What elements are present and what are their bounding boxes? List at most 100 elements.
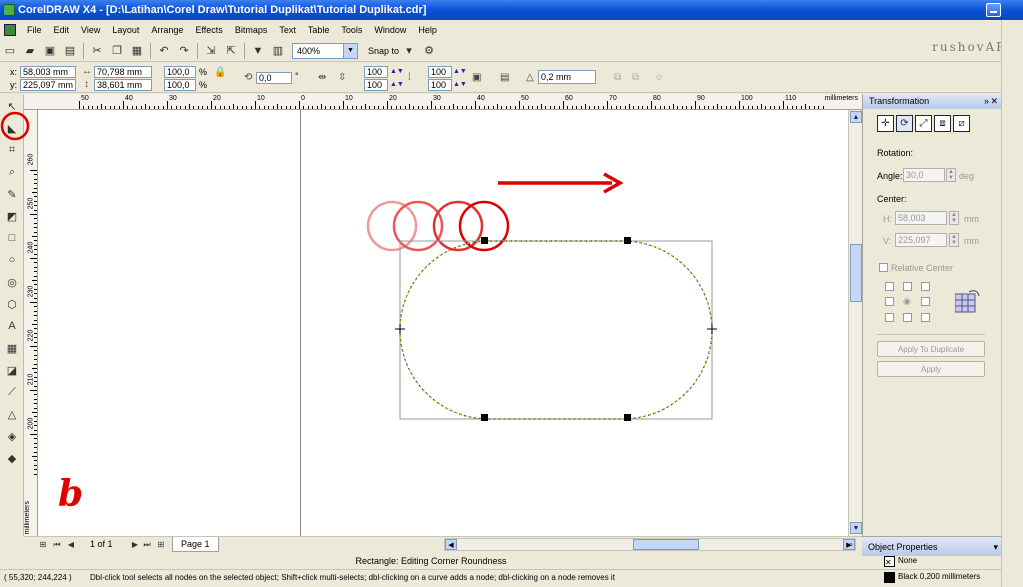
object-properties-docker-title[interactable]: Object Properties ▾	[862, 536, 1001, 556]
y-position-field[interactable]: 225,097 mm	[20, 79, 76, 91]
menu-table[interactable]: Table	[302, 25, 336, 35]
next-page-icon[interactable]: ▶	[130, 539, 140, 550]
outline-tool-icon[interactable]: △	[4, 406, 20, 422]
outline-indicator[interactable]: Black 0,200 millimeters	[884, 571, 980, 583]
menu-window[interactable]: Window	[368, 25, 412, 35]
duplicate-circle-1[interactable]	[366, 200, 418, 252]
first-page-icon[interactable]: ⏮	[52, 539, 62, 550]
to-back-icon[interactable]: ⧉	[632, 72, 639, 84]
text-tool-icon[interactable]: A	[4, 318, 20, 334]
menu-edit[interactable]: Edit	[48, 25, 76, 35]
scale-mode-icon[interactable]: ⤢	[915, 115, 932, 132]
convert-to-curves-icon[interactable]: ◌	[656, 72, 662, 84]
corner-node-handle[interactable]	[481, 237, 488, 244]
rotation-angle-field[interactable]: 0,0	[256, 72, 292, 84]
spin-icon[interactable]: ▲▼	[390, 66, 404, 78]
copy-icon[interactable]: ❐	[108, 42, 126, 60]
zoom-tool-icon[interactable]: ⌕	[4, 164, 20, 180]
corner-link-icon[interactable]: ⁞	[408, 72, 411, 84]
relative-center-checkbox[interactable]	[879, 263, 888, 272]
welcome-screen-icon[interactable]: ▥	[269, 42, 287, 60]
corner-node-handle[interactable]	[481, 414, 488, 421]
apply-to-duplicate-button[interactable]: Apply To Duplicate	[877, 341, 985, 357]
menu-view[interactable]: View	[75, 25, 106, 35]
position-mode-icon[interactable]: ✛	[877, 115, 894, 132]
anchor-top-right-checkbox[interactable]	[921, 282, 930, 291]
spin-icon[interactable]: ▲▼	[390, 79, 404, 91]
open-folder-icon[interactable]: ▰	[21, 42, 39, 60]
anchor-center-radio[interactable]: ◉	[903, 296, 911, 307]
lock-ratio-icon[interactable]: 🔒	[214, 67, 226, 79]
zoom-level-select[interactable]: 400% ▼	[292, 42, 358, 59]
undo-icon[interactable]: ↶	[155, 42, 173, 60]
anchor-top-left-checkbox[interactable]	[885, 282, 894, 291]
anchor-middle-right-checkbox[interactable]	[921, 297, 930, 306]
size-mode-icon[interactable]: ⧈	[934, 115, 951, 132]
horizontal-ruler[interactable]: millimeters 50 40 30 20 10 0 10 20 30 40 50 60 70 80 9…	[24, 94, 862, 110]
table-tool-icon[interactable]: ▦	[4, 340, 20, 356]
round-corners-lock-icon[interactable]: ▣	[472, 72, 481, 84]
center-h-field[interactable]: 58,003	[895, 211, 947, 225]
wrap-text-icon[interactable]: ▤	[500, 72, 509, 84]
menu-file[interactable]: File	[21, 25, 48, 35]
mirror-vertical-icon[interactable]: ⇳	[338, 72, 346, 84]
chevron-down-icon[interactable]: ▾	[993, 537, 998, 557]
x-position-field[interactable]: 58,003 mm	[20, 66, 76, 78]
spin-icon[interactable]: ▲▼	[453, 66, 467, 78]
export-icon[interactable]: ⇱	[222, 42, 240, 60]
minimize-button[interactable]	[986, 3, 1001, 17]
document-icon[interactable]	[4, 24, 16, 36]
anchor-bottom-right-checkbox[interactable]	[921, 313, 930, 322]
zoom-navigator-icon[interactable]: ⌕	[846, 539, 856, 550]
new-document-icon[interactable]: ▭	[1, 42, 19, 60]
menu-bitmaps[interactable]: Bitmaps	[229, 25, 274, 35]
center-v-spinner[interactable]: ▲ ▼	[949, 233, 959, 247]
menu-effects[interactable]: Effects	[189, 25, 228, 35]
fill-indicator[interactable]: ✕ None	[884, 555, 917, 567]
rounded-rectangle-shape[interactable]	[399, 240, 713, 420]
fill-tool-icon[interactable]: ◈	[4, 428, 20, 444]
skew-mode-icon[interactable]: ⧄	[953, 115, 970, 132]
rotate-mode-icon[interactable]: ⟳	[896, 115, 913, 132]
anchor-bottom-left-checkbox[interactable]	[885, 313, 894, 322]
chevron-down-icon[interactable]: ▼	[343, 43, 357, 58]
outline-width-select[interactable]: 0,2 mm	[538, 70, 596, 84]
corner-bottom-right-field[interactable]: 100	[428, 79, 452, 91]
drawing-canvas[interactable]: b	[38, 110, 848, 536]
docker-collapse-icon[interactable]: »	[984, 94, 989, 109]
polygon-tool-icon[interactable]: ◎	[4, 274, 20, 290]
corner-node-handle[interactable]	[624, 237, 631, 244]
save-icon[interactable]: ▣	[41, 42, 59, 60]
center-v-field[interactable]: 225,097	[895, 233, 947, 247]
application-launcher-icon[interactable]: ▼	[249, 42, 267, 60]
vertical-ruler[interactable]: millimeters 260 250 240 230 220 210 200	[24, 110, 38, 536]
interactive-fill-tool-icon[interactable]: ◆	[4, 450, 20, 466]
import-icon[interactable]: ⇲	[202, 42, 220, 60]
anchor-bottom-center-checkbox[interactable]	[903, 313, 912, 322]
crop-tool-icon[interactable]: ⌗	[4, 142, 20, 158]
add-page-after-icon[interactable]: ⊞	[156, 539, 166, 550]
center-h-spinner[interactable]: ▲ ▼	[949, 211, 959, 225]
anchor-middle-left-checkbox[interactable]	[885, 297, 894, 306]
to-front-icon[interactable]: ⧉	[614, 72, 621, 84]
freehand-tool-icon[interactable]: ✎	[4, 186, 20, 202]
corner-top-left-field[interactable]: 100	[364, 66, 388, 78]
horizontal-scrollbar[interactable]: ◀ ▶	[444, 538, 856, 551]
menu-layout[interactable]: Layout	[106, 25, 145, 35]
spin-icon[interactable]: ▲▼	[453, 79, 467, 91]
width-field[interactable]: 70,798 mm	[94, 66, 152, 78]
options-icon[interactable]: ⚙	[420, 42, 438, 60]
corner-top-right-field[interactable]: 100	[428, 66, 452, 78]
scroll-thumb[interactable]	[850, 244, 862, 302]
shape-tool-icon[interactable]: ◣	[4, 120, 20, 136]
redo-icon[interactable]: ↷	[175, 42, 193, 60]
anchor-top-center-checkbox[interactable]	[903, 282, 912, 291]
add-page-icon[interactable]: ⊞	[38, 539, 48, 550]
scroll-up-icon[interactable]: ▲	[850, 111, 862, 123]
apply-button[interactable]: Apply	[877, 361, 985, 377]
scroll-down-icon[interactable]: ▼	[850, 522, 862, 534]
rectangle-tool-icon[interactable]: □	[4, 230, 20, 246]
corner-bottom-left-field[interactable]: 100	[364, 79, 388, 91]
scale-y-field[interactable]: 100,0	[164, 79, 196, 91]
eyedropper-tool-icon[interactable]: ⟋	[4, 384, 20, 400]
